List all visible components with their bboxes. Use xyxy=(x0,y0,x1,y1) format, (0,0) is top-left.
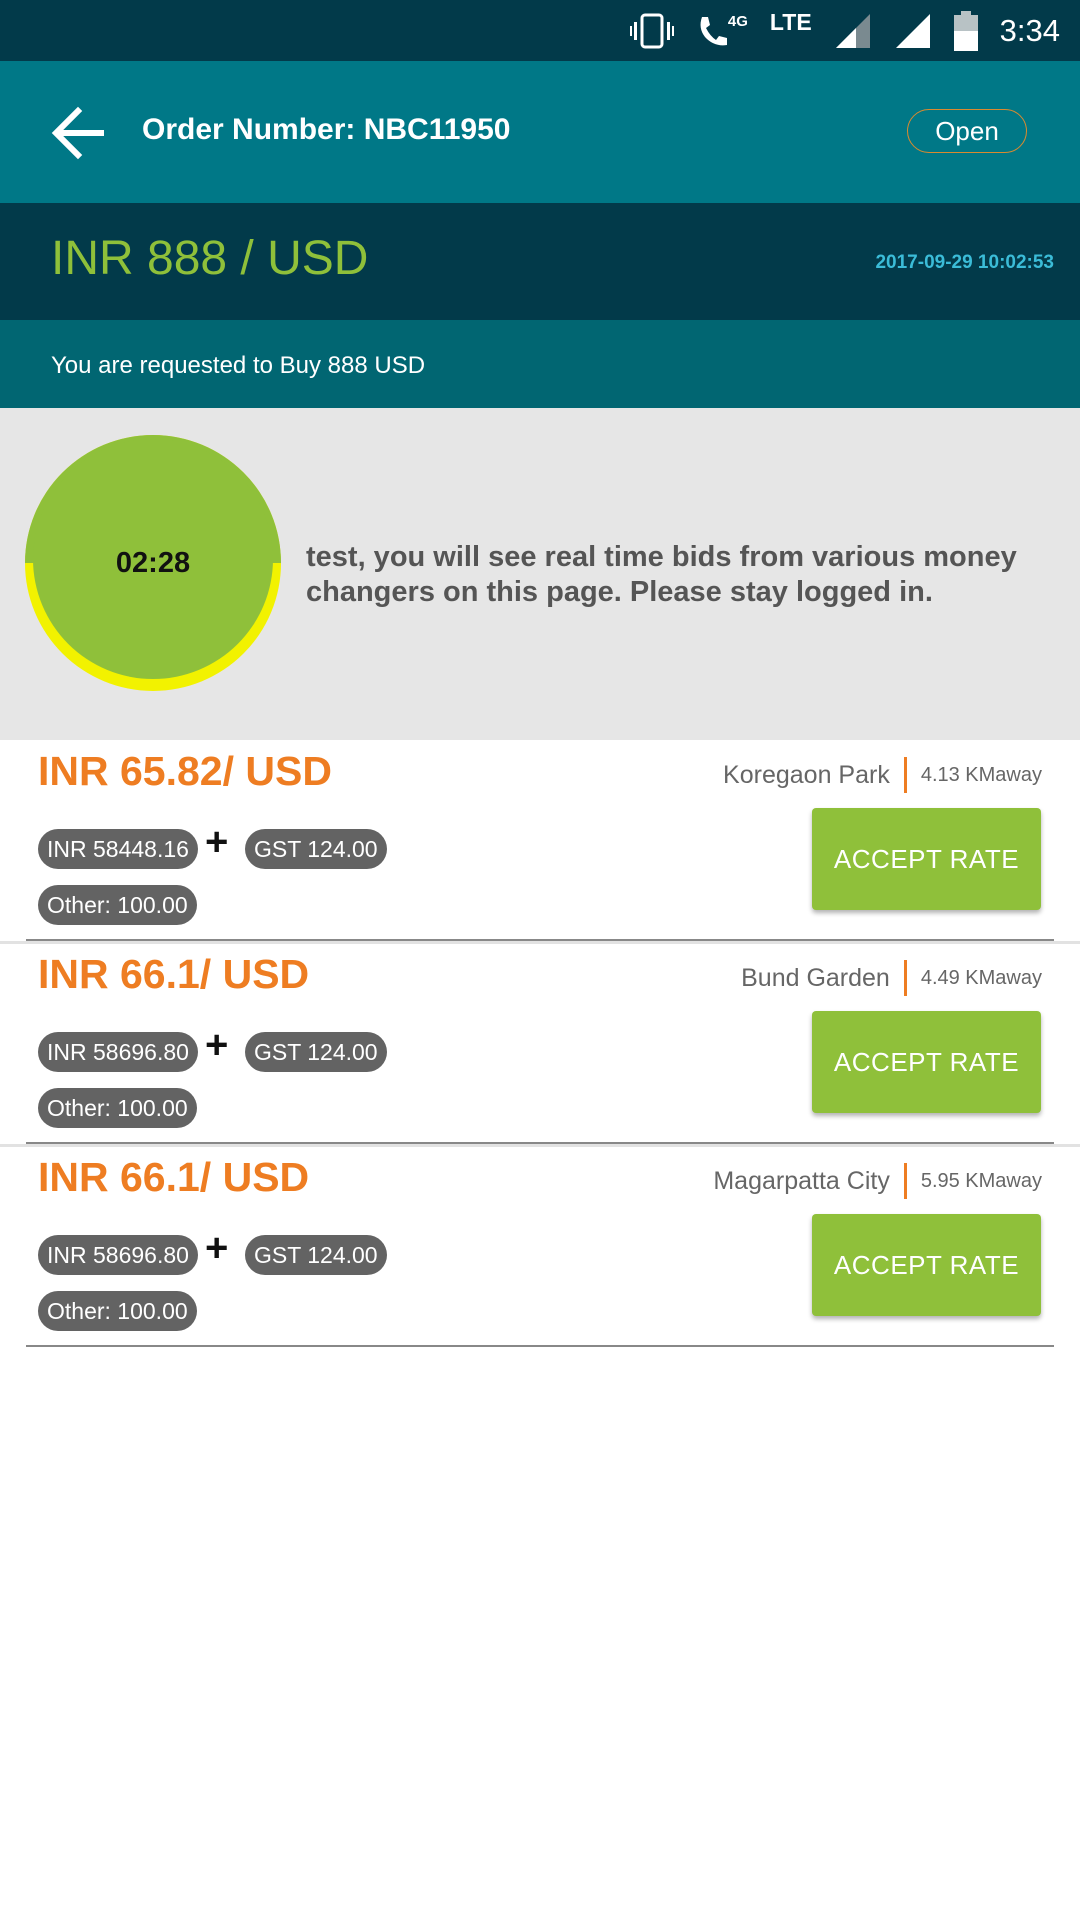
rate-band: INR 888 / USD 2017-09-29 10:02:53 xyxy=(0,203,1080,320)
status-bar: 4G LTE 3:34 xyxy=(0,0,1080,61)
bid-card: INR 66.1/ USD Bund Garden 4.49 KMaway IN… xyxy=(0,943,1080,1147)
bid-rate: INR 66.1/ USD xyxy=(38,1154,310,1200)
order-status-badge: Open xyxy=(907,109,1027,153)
accept-rate-button[interactable]: ACCEPT RATE xyxy=(812,1214,1041,1316)
vibrate-icon xyxy=(629,13,674,48)
plus-sign: + xyxy=(205,1226,229,1270)
bid-rate: INR 65.82/ USD xyxy=(38,748,332,794)
requested-rate: INR 888 / USD xyxy=(51,232,369,285)
plus-sign: + xyxy=(205,1023,229,1067)
request-band: You are requested to Buy 888 USD xyxy=(0,320,1080,408)
bid-location: Magarpatta City 5.95 KMaway xyxy=(713,1163,1042,1199)
network-4g-label: 4G xyxy=(727,13,748,30)
signal-icon xyxy=(835,13,870,48)
bid-rate: INR 66.1/ USD xyxy=(38,951,310,997)
signal-icon xyxy=(895,13,930,48)
request-text: You are requested to Buy 888 USD xyxy=(51,352,426,379)
location-separator xyxy=(903,960,907,996)
location-distance: 4.49 KMaway xyxy=(920,966,1042,989)
gst-chip: GST 124.00 xyxy=(245,1235,387,1275)
location-distance: 5.95 KMaway xyxy=(920,1169,1042,1192)
accept-rate-button[interactable]: ACCEPT RATE xyxy=(812,1011,1041,1113)
timer-panel: 02:28 test, you will see real time bids … xyxy=(0,408,1080,740)
location-distance: 4.13 KMaway xyxy=(920,763,1042,786)
location-separator xyxy=(903,757,907,793)
location-separator xyxy=(903,1163,907,1199)
timer-message: test, you will see real time bids from v… xyxy=(306,541,1017,608)
bid-location: Bund Garden 4.49 KMaway xyxy=(741,960,1042,996)
gst-chip: GST 124.00 xyxy=(245,829,387,869)
amount-chip: INR 58696.80 xyxy=(38,1032,198,1072)
status-icons: 4G LTE 3:34 xyxy=(629,0,1060,61)
divider xyxy=(26,1345,1054,1347)
plus-sign: + xyxy=(205,820,229,864)
order-title: Order Number: NBC11950 xyxy=(142,113,511,146)
other-charges-chip: Other: 100.00 xyxy=(38,885,197,925)
location-name: Magarpatta City xyxy=(713,1166,890,1195)
battery-icon xyxy=(953,10,978,51)
amount-chip: INR 58448.16 xyxy=(38,829,198,869)
call-icon xyxy=(700,16,727,45)
location-name: Bund Garden xyxy=(741,963,890,992)
bid-card: INR 66.1/ USD Magarpatta City 5.95 KMawa… xyxy=(0,1146,1080,1349)
accept-rate-button[interactable]: ACCEPT RATE xyxy=(812,808,1041,910)
back-arrow-icon[interactable] xyxy=(48,105,108,161)
bid-card: INR 65.82/ USD Koregaon Park 4.13 KMaway… xyxy=(0,740,1080,944)
app-bar: Order Number: NBC11950 Open xyxy=(0,61,1080,203)
location-name: Koregaon Park xyxy=(723,760,890,789)
gst-chip: GST 124.00 xyxy=(245,1032,387,1072)
other-charges-chip: Other: 100.00 xyxy=(38,1088,197,1128)
other-charges-chip: Other: 100.00 xyxy=(38,1291,197,1331)
countdown-time: 02:28 xyxy=(115,546,191,579)
clock: 3:34 xyxy=(999,12,1060,48)
amount-chip: INR 58696.80 xyxy=(38,1235,198,1275)
order-timestamp: 2017-09-29 10:02:53 xyxy=(875,252,1054,273)
bid-location: Koregaon Park 4.13 KMaway xyxy=(723,757,1042,793)
network-label: LTE xyxy=(769,9,812,35)
